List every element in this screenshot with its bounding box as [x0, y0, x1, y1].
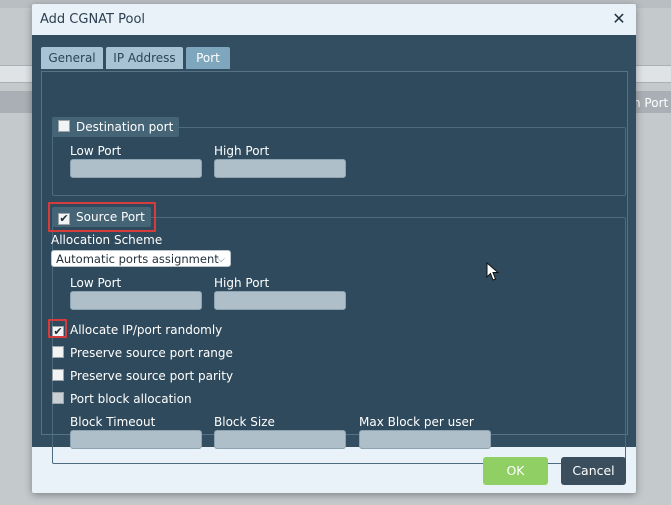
port-block-allocation-label: Port block allocation [70, 392, 192, 406]
block-timeout-label: Block Timeout [70, 415, 156, 429]
destination-low-port-label: Low Port [70, 144, 122, 158]
destination-port-legend[interactable]: Destination port [52, 117, 180, 137]
chevron-down-icon: ⌵ [217, 254, 225, 265]
dialog-body: General IP Address Port Destination port… [32, 35, 636, 464]
close-icon[interactable]: ✕ [610, 9, 628, 29]
add-cgnat-pool-dialog: Add CGNAT Pool ✕ General IP Address Port… [32, 4, 636, 493]
tab-port[interactable]: Port [186, 47, 230, 69]
port-tab-panel: Destination port Low Port High Port ✔ Sou… [41, 71, 628, 464]
allocate-randomly-highlight [48, 319, 67, 338]
port-block-allocation-option[interactable]: Port block allocation [52, 392, 192, 406]
allocation-scheme-select[interactable]: Automatic ports assignment ⌵ [51, 250, 231, 267]
destination-high-port-label: High Port [214, 144, 270, 158]
tab-ip-address[interactable]: IP Address [106, 47, 183, 69]
allocation-scheme-label: Allocation Scheme [51, 233, 163, 247]
dialog-footer: OK Cancel [32, 447, 636, 493]
ok-button[interactable]: OK [483, 457, 548, 485]
preserve-port-range-option[interactable]: Preserve source port range [52, 346, 233, 360]
allocate-randomly-label: Allocate IP/port randomly [70, 323, 223, 337]
preserve-port-parity-checkbox[interactable] [52, 369, 64, 381]
source-high-port-label: High Port [214, 276, 270, 290]
allocate-randomly-option[interactable]: ✔ Allocate IP/port randomly [52, 323, 222, 338]
allocation-scheme-value: Automatic ports assignment [56, 252, 219, 266]
destination-port-checkbox[interactable] [58, 120, 70, 132]
source-high-port-input[interactable] [214, 291, 346, 310]
port-block-allocation-checkbox[interactable] [52, 392, 64, 404]
block-size-label: Block Size [214, 415, 275, 429]
dialog-header: Add CGNAT Pool ✕ [32, 4, 636, 35]
dialog-title: Add CGNAT Pool [40, 12, 146, 27]
destination-high-port-input[interactable] [214, 159, 346, 178]
mouse-pointer-icon [486, 262, 500, 281]
preserve-port-parity-option[interactable]: Preserve source port parity [52, 369, 233, 383]
tab-general[interactable]: General [41, 47, 103, 69]
destination-low-port-input[interactable] [70, 159, 202, 178]
destination-port-label: Destination port [76, 120, 174, 134]
preserve-port-range-label: Preserve source port range [70, 346, 233, 360]
source-low-port-input[interactable] [70, 291, 202, 310]
preserve-port-parity-label: Preserve source port parity [70, 369, 234, 383]
cancel-button[interactable]: Cancel [561, 457, 626, 485]
source-low-port-label: Low Port [70, 276, 122, 290]
source-port-highlight [48, 202, 156, 232]
preserve-port-range-checkbox[interactable] [52, 346, 64, 358]
max-block-label: Max Block per user [359, 415, 474, 429]
background-column-header: n Port [633, 96, 669, 110]
